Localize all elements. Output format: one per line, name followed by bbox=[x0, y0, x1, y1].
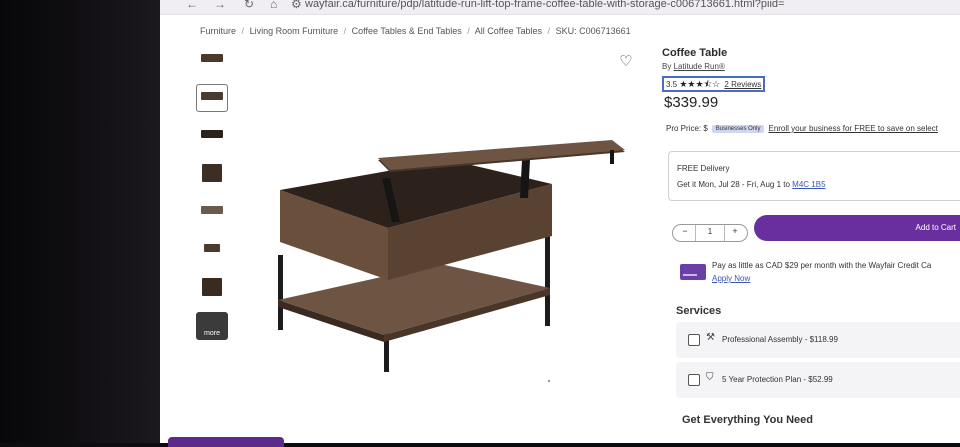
star-rating-icon: ★★★⯪☆ bbox=[679, 79, 721, 89]
reload-icon[interactable]: ↻ bbox=[244, 0, 254, 11]
breadcrumb-coffee-end-tables[interactable]: Coffee Tables & End Tables bbox=[352, 26, 462, 36]
monitor-bezel bbox=[0, 0, 175, 443]
rating-box[interactable]: 3.5 ★★★⯪☆ 2 Reviews bbox=[662, 76, 766, 92]
decorative-dot bbox=[548, 380, 550, 382]
breadcrumb: Furniture / Living Room Furniture / Coff… bbox=[200, 26, 634, 36]
protection-checkbox[interactable] bbox=[688, 374, 700, 386]
product-image bbox=[278, 140, 625, 372]
table-leg bbox=[545, 226, 550, 326]
brand-line: By Latitude Run® bbox=[662, 62, 725, 71]
enroll-business-link[interactable]: Enroll your business for FREE to save on… bbox=[768, 124, 937, 133]
services-heading: Services bbox=[676, 305, 722, 317]
brand-link[interactable]: Latitude Run® bbox=[674, 62, 725, 71]
product-info-panel: Coffee Table By Latitude Run® 3.5 ★★★⯪☆ … bbox=[662, 0, 960, 443]
pro-price-label: Pro Price: $ bbox=[666, 124, 708, 133]
breadcrumb-all-coffee-tables[interactable]: All Coffee Tables bbox=[475, 26, 542, 36]
forward-arrow-icon[interactable]: → bbox=[214, 0, 226, 11]
table-leg bbox=[278, 255, 283, 330]
pro-price-row: Pro Price: $ Businesses Only Enroll your b… bbox=[666, 124, 938, 133]
add-to-cart-button[interactable]: Add to Cart bbox=[754, 215, 960, 241]
product-title: Coffee Table bbox=[662, 47, 728, 59]
browser-screen: ← → ↻ ⌂ ⚙ wayfair.ca/furniture/pdp/latit… bbox=[160, 0, 960, 443]
reviews-link[interactable]: 2 Reviews bbox=[724, 80, 761, 89]
wrench-icon: ⚒ bbox=[706, 332, 715, 343]
decrement-button[interactable]: − bbox=[679, 226, 691, 236]
service-assembly[interactable]: ⚒ Professional Assembly - $118.99 bbox=[676, 322, 960, 358]
back-arrow-icon[interactable]: ← bbox=[186, 0, 198, 11]
quantity-stepper: − 1 + bbox=[672, 224, 748, 242]
lower-shelf bbox=[278, 264, 550, 335]
thumbnail[interactable] bbox=[196, 198, 228, 226]
breadcrumb-separator: / bbox=[547, 26, 551, 36]
breadcrumb-separator: / bbox=[467, 26, 470, 36]
breadcrumb-furniture[interactable]: Furniture bbox=[200, 26, 236, 36]
assembly-checkbox[interactable] bbox=[688, 334, 700, 346]
more-label: more bbox=[204, 330, 220, 337]
delivery-box: FREE Delivery Get it Mon, Jul 28 - Fri, … bbox=[668, 151, 960, 201]
breadcrumb-separator: / bbox=[343, 26, 347, 36]
thumbnail-list: more bbox=[184, 46, 234, 350]
by-prefix: By bbox=[662, 62, 672, 71]
thumbnail[interactable] bbox=[196, 160, 228, 188]
home-icon[interactable]: ⌂ bbox=[270, 0, 277, 11]
assembly-label: Professional Assembly - $118.99 bbox=[722, 335, 838, 344]
delivery-date-text: Get it Mon, Jul 28 - Fri, Aug 1 to bbox=[677, 180, 790, 189]
heart-icon[interactable]: ♡ bbox=[618, 54, 634, 70]
credit-card-icon bbox=[680, 264, 706, 280]
thumbnail[interactable] bbox=[196, 46, 228, 74]
breadcrumb-sku: SKU: C006713661 bbox=[555, 26, 631, 36]
service-protection[interactable]: ⛉ 5 Year Protection Plan - $52.99 bbox=[676, 362, 960, 398]
credit-offer-text: Pay as little as CAD $29 per month with … bbox=[712, 261, 932, 270]
shield-icon: ⛉ bbox=[706, 372, 714, 383]
thumbnail-selected[interactable] bbox=[196, 84, 228, 112]
quantity-value[interactable]: 1 bbox=[703, 227, 717, 236]
businesses-only-badge: Businesses Only bbox=[711, 125, 765, 133]
increment-button[interactable]: + bbox=[729, 226, 741, 236]
breadcrumb-living-room[interactable]: Living Room Furniture bbox=[250, 26, 339, 36]
get-everything-heading: Get Everything You Need bbox=[682, 414, 814, 426]
thumbnail-more[interactable]: more bbox=[196, 312, 228, 340]
breadcrumb-separator: / bbox=[241, 26, 245, 36]
thumbnail[interactable] bbox=[196, 274, 228, 302]
bottom-purple-button[interactable] bbox=[168, 437, 284, 447]
thumbnail[interactable] bbox=[196, 236, 228, 264]
delivery-date: Get it Mon, Jul 28 - Fri, Aug 1 to M4C 1… bbox=[677, 180, 826, 189]
thumbnail[interactable] bbox=[196, 122, 228, 150]
free-delivery-label: FREE Delivery bbox=[677, 164, 730, 173]
postal-code-link[interactable]: M4C 1B5 bbox=[792, 180, 825, 189]
site-info-icon[interactable]: ⚙ bbox=[291, 0, 302, 11]
apply-now-link[interactable]: Apply Now bbox=[712, 274, 750, 283]
price: $339.99 bbox=[664, 94, 719, 111]
protection-label: 5 Year Protection Plan - $52.99 bbox=[722, 375, 833, 384]
rating-value: 3.5 bbox=[666, 80, 678, 89]
